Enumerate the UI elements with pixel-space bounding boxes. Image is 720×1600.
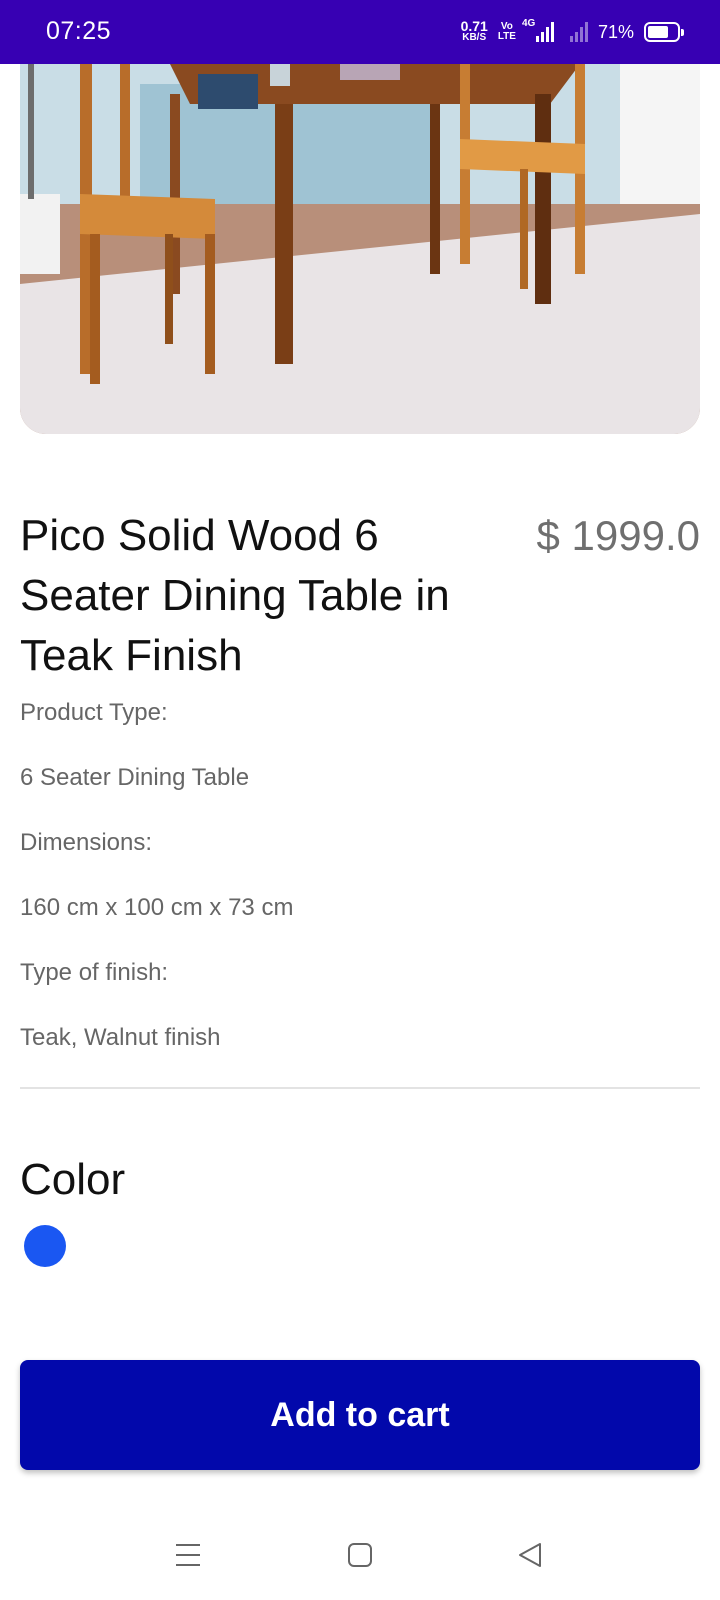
signal-sim2-icon bbox=[569, 22, 588, 42]
color-heading: Color bbox=[20, 1155, 126, 1204]
product-image bbox=[20, 64, 700, 434]
spec-product-type-label: Product Type: bbox=[20, 699, 168, 726]
network-speed-unit: KB/S bbox=[462, 32, 487, 43]
spec-finish-label: Type of finish: bbox=[20, 959, 169, 986]
spec-finish-value: Teak, Walnut finish bbox=[20, 1024, 221, 1051]
system-nav-bar bbox=[0, 1510, 720, 1600]
product-specs: Product Type: 6 Seater Dining Table Dime… bbox=[20, 697, 700, 1087]
add-to-cart-button[interactable]: Add to cart bbox=[20, 1360, 700, 1470]
volte-icon: Vo LTE bbox=[498, 22, 516, 42]
battery-percent: 71% bbox=[597, 21, 634, 42]
spec-product-type-value: 6 Seater Dining Table bbox=[20, 764, 250, 791]
divider bbox=[20, 1087, 700, 1089]
color-swatch-blue[interactable] bbox=[24, 1225, 66, 1267]
back-triangle-icon[interactable] bbox=[505, 1530, 555, 1580]
network-type-label: 4G bbox=[521, 18, 536, 29]
network-speed-value: 0.71 bbox=[460, 18, 488, 34]
signal-4g-icon: 4G bbox=[522, 18, 554, 42]
network-speed: 0.71 KB/S bbox=[460, 18, 488, 43]
dining-table-photo bbox=[20, 64, 700, 434]
spec-dimensions-label: Dimensions: bbox=[20, 829, 153, 856]
spec-dimensions-value: 160 cm x 100 cm x 73 cm bbox=[20, 894, 294, 921]
home-square-icon[interactable] bbox=[335, 1530, 385, 1580]
battery-icon bbox=[644, 22, 684, 42]
menu-icon[interactable] bbox=[163, 1530, 213, 1580]
status-bar: 07:25 0.71 KB/S Vo LTE 4G 71% bbox=[0, 0, 720, 64]
product-price: $ 1999.0 bbox=[536, 512, 701, 559]
status-time: 07:25 bbox=[46, 17, 112, 45]
product-title: Pico Solid Wood 6 Seater Dining Table in… bbox=[20, 511, 450, 680]
volte-bottom-label: LTE bbox=[497, 31, 516, 42]
status-icons: 0.71 KB/S Vo LTE 4G 71% bbox=[460, 16, 684, 48]
